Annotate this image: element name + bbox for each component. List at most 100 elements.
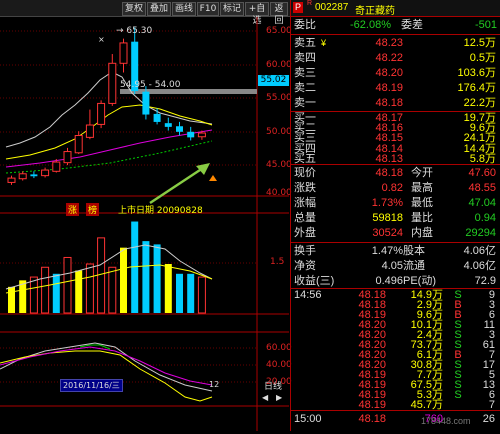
chart-toolbar: 复权 叠加 画线 F10 标记 +自选 返回: [0, 0, 290, 26]
ask-volume: 0.5万: [469, 52, 496, 64]
candle-body: [52, 161, 61, 172]
volume-bar: [120, 247, 127, 313]
scroll-right-arrow[interactable]: ▶: [276, 393, 282, 402]
volume-bar: [75, 270, 83, 313]
fund-label: 净资: [294, 260, 316, 272]
ask-label: 卖五: [294, 37, 316, 49]
candle-body: [142, 91, 150, 115]
indicator-axis-label: 60.00: [266, 343, 292, 353]
candle-body: [176, 126, 183, 132]
ask-price: 48.18: [375, 97, 403, 109]
tick-row: 48.19 67.5万 S 13: [291, 380, 500, 391]
stat-label: 内盘: [411, 227, 433, 239]
volume-bar: [63, 256, 72, 314]
bid-volume: 24.1万: [463, 132, 496, 145]
stat-value: 59818: [372, 212, 403, 224]
stat-value: 48.18: [375, 167, 403, 179]
candle-body: [197, 132, 206, 138]
stock-code: 002287: [315, 2, 349, 13]
volume-bar: [52, 273, 60, 313]
tick-side: S: [454, 389, 462, 401]
fund-label: 收益(三): [294, 275, 335, 287]
mark-button[interactable]: 标记: [220, 2, 244, 16]
stat-row: 现价 48.18 今开 47.60: [291, 166, 500, 181]
bid-row[interactable]: 买五 48.13 5.8万: [291, 152, 500, 165]
menu-button[interactable]: P: [293, 2, 303, 13]
fundamental-row: 收益(三) 0.496 PE(动) 72.9: [291, 274, 500, 289]
stat-row: 涨跌 0.82 最高 48.55: [291, 181, 500, 196]
period-tab-daily[interactable]: 日线: [264, 379, 282, 392]
bid-row[interactable]: 买三 48.15 24.1万: [291, 132, 500, 145]
fund-value: 1.47%: [371, 245, 403, 257]
tick-row: 48.20 73.7万 S 61: [291, 340, 500, 351]
stat-value: 0.94: [474, 212, 496, 224]
candle-body: [30, 174, 38, 177]
candle-body: [18, 173, 27, 180]
ask-volume: 103.6万: [457, 67, 496, 79]
stat-row: 外盘 30524 内盘 29294: [291, 226, 500, 241]
annotation-arrow: [149, 166, 204, 205]
volume-bar: [85, 263, 94, 314]
volume-bar: [176, 273, 183, 313]
add-watchlist-button[interactable]: +自选: [245, 2, 269, 26]
ask-price: 48.23: [375, 37, 403, 49]
price-axis-label: 45.00: [266, 160, 292, 170]
cursor-date-right: 12: [209, 380, 220, 389]
ask-row[interactable]: 卖四 48.22 0.5万: [291, 51, 500, 66]
volume-bar: [29, 276, 38, 314]
price-axis-label: 60.00: [266, 60, 292, 70]
ask-row[interactable]: 卖三 48.20 103.6万: [291, 66, 500, 81]
fuquan-button[interactable]: 复权: [122, 2, 146, 16]
current-price-tag: 55.02: [258, 75, 289, 86]
fund-label: 股本: [403, 245, 425, 257]
volume-bar: [187, 273, 195, 313]
candle-body: [74, 135, 83, 154]
fund-label: 流通: [403, 260, 425, 272]
ask-volume: 12.5万: [463, 37, 496, 49]
draw-line-button[interactable]: 画线: [172, 2, 196, 16]
stat-value: 48.55: [468, 182, 496, 194]
candle-body: [41, 169, 50, 177]
back-button[interactable]: 返回: [270, 2, 288, 26]
stat-label: 量比: [411, 212, 433, 224]
candle-body: [153, 113, 161, 122]
ask-row[interactable]: 卖二 48.19 176.4万: [291, 81, 500, 96]
tick-row: 48.20 6.1万 B 7: [291, 350, 500, 361]
bid-label: 买三: [294, 132, 316, 145]
tick-row: 48.19 7.7万 S 5: [291, 370, 500, 381]
stat-value: 0.82: [381, 182, 403, 194]
ask-price: 48.19: [375, 82, 403, 94]
f10-button[interactable]: F10: [197, 2, 219, 16]
stock-header: P R 002287 奇正藏药: [291, 0, 500, 17]
stat-label: 最高: [411, 182, 433, 194]
candle-body: [7, 177, 16, 183]
candle-body: [119, 42, 128, 64]
stat-row: 涨幅 1.73% 最低 47.04: [291, 196, 500, 211]
ask-row[interactable]: 卖一 48.18 22.2万: [291, 96, 500, 111]
scroll-left-arrow[interactable]: ◀: [262, 393, 268, 402]
price-axis-label: 50.00: [266, 127, 292, 137]
fundamental-row: 净资 4.05 流通 4.06亿: [291, 259, 500, 274]
tick-row: 48.20 2.4万 S 3: [291, 330, 500, 341]
kline-chart-area[interactable]: × → 65.30 54.95 - 54.00 55.02 65.00 60.0…: [0, 17, 292, 431]
stat-value: 1.73%: [371, 197, 403, 209]
overlay-button[interactable]: 叠加: [147, 2, 171, 16]
tick-row: 48.19 45.7万 7: [291, 400, 500, 411]
price-axis-label: 40.00: [266, 188, 292, 198]
bid-price: 48.13: [375, 152, 403, 165]
stat-label: 最低: [411, 197, 433, 209]
fund-value: 72.9: [474, 275, 496, 287]
fund-value: 4.05: [381, 260, 403, 272]
ask-row[interactable]: 卖五 ¥48.23 12.5万: [291, 36, 500, 51]
stock-name: 奇正藏药: [355, 6, 395, 17]
tick-time: 14:56: [294, 289, 322, 301]
stat-value: 29294: [465, 227, 496, 239]
volume-bar: [108, 266, 117, 314]
fundamental-row: 换手 1.47% 股本 4.06亿: [291, 244, 500, 259]
stat-value: 30524: [372, 227, 403, 239]
ask-price: 48.22: [375, 52, 403, 64]
candle-body: [63, 151, 72, 164]
candle-body: [97, 102, 106, 125]
ipo-date-label: 上市日期 20090828: [118, 206, 203, 216]
stat-value: 47.60: [468, 167, 496, 179]
